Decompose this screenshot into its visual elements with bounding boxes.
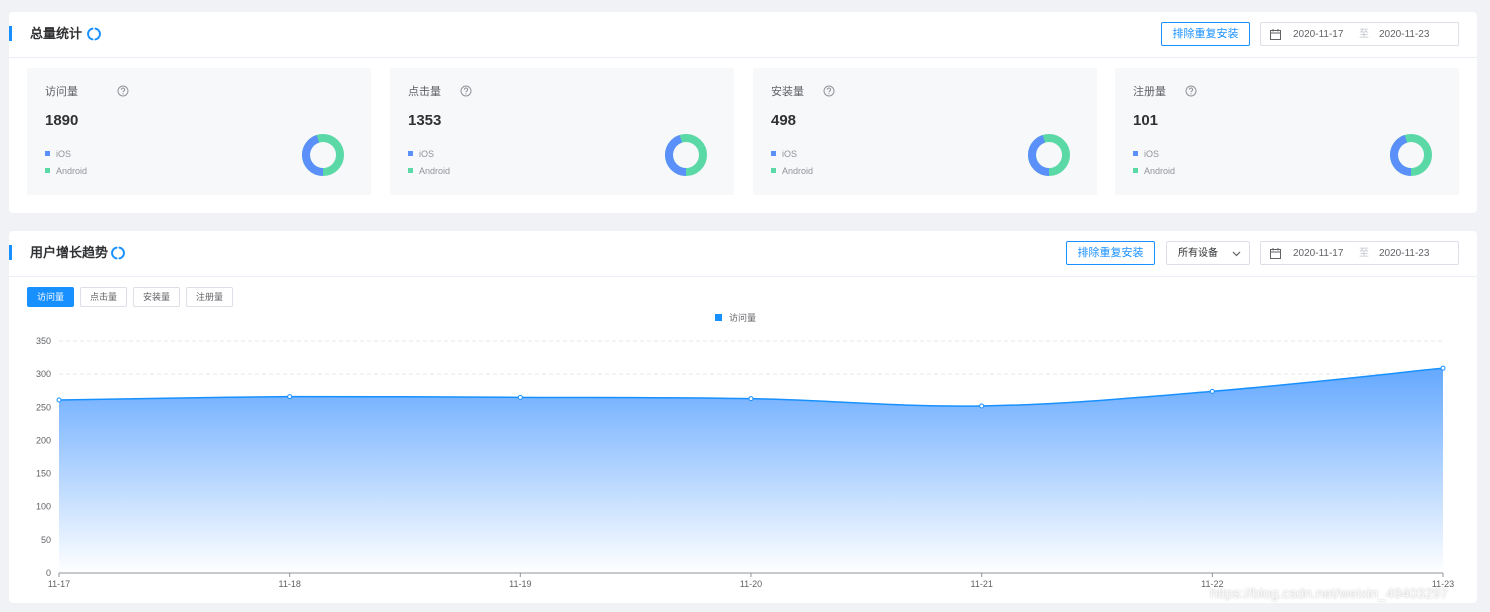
calendar-icon (1270, 29, 1281, 40)
stat-card-registrations: 注册量 101 iOS Android (1115, 68, 1459, 195)
stat-card-clicks: 点击量 1353 iOS Android (390, 68, 734, 195)
user-trend-panel: 用户增长趋势 排除重复安装 所有设备 2020-11-17 至 2020-11-… (9, 231, 1477, 603)
y-tick-label: 0 (46, 568, 51, 578)
y-tick-label: 100 (36, 502, 51, 512)
tab-registrations[interactable]: 注册量 (186, 287, 233, 307)
legend-ios: iOS (771, 149, 797, 160)
legend-ios-label: iOS (56, 149, 72, 159)
date-range-picker[interactable]: 2020-11-17 至 2020-11-23 (1260, 241, 1459, 265)
x-tick-label: 11-17 (48, 579, 70, 589)
refresh-icon[interactable] (86, 26, 102, 42)
date-end[interactable]: 2020-11-23 (1379, 29, 1429, 41)
legend-ios-label: iOS (782, 149, 798, 159)
y-tick-label: 200 (36, 435, 51, 445)
tab-clicks[interactable]: 点击量 (80, 287, 127, 307)
help-icon[interactable] (117, 85, 129, 97)
date-start[interactable]: 2020-11-17 (1293, 29, 1343, 41)
data-point[interactable] (56, 397, 62, 403)
stat-label: 访问量 (45, 86, 78, 98)
legend-label: 访问量 (729, 312, 756, 323)
stat-value: 1353 (408, 112, 442, 129)
android-swatch (1133, 168, 1138, 173)
legend-ios-label: iOS (419, 149, 435, 159)
legend-ios: iOS (45, 149, 71, 160)
stat-value: 101 (1133, 112, 1159, 129)
x-tick-label: 11-21 (970, 579, 992, 589)
y-tick-label: 150 (36, 469, 51, 479)
date-start[interactable]: 2020-11-17 (1293, 248, 1343, 260)
stat-card-installs: 安装量 498 iOS Android (753, 68, 1097, 195)
ios-swatch (408, 151, 413, 156)
legend-swatch (715, 314, 722, 321)
user-trend-header: 用户增长趋势 排除重复安装 所有设备 2020-11-17 至 2020-11-… (9, 231, 1477, 277)
tab-visits[interactable]: 访问量 (27, 287, 74, 307)
ios-swatch (771, 151, 776, 156)
title-accent-bar (9, 245, 12, 260)
device-select-value: 所有设备 (1178, 248, 1218, 259)
total-stats-panel: 总量统计 排除重复安装 2020-11-17 至 2020-11-23 访问量 1… (9, 12, 1477, 213)
data-point[interactable] (287, 394, 293, 400)
stat-label: 安装量 (771, 86, 804, 98)
total-stats-title: 总量统计 (30, 26, 83, 41)
title-accent-bar (9, 26, 12, 41)
data-point[interactable] (748, 396, 754, 402)
x-tick-label: 11-18 (278, 579, 300, 589)
chevron-down-icon (1232, 251, 1241, 257)
y-tick-label: 300 (36, 369, 51, 379)
refresh-icon[interactable] (110, 245, 126, 261)
data-point[interactable] (517, 394, 523, 400)
stat-value: 1890 (45, 112, 79, 129)
y-tick-label: 250 (36, 402, 51, 412)
x-tick-label: 11-19 (509, 579, 531, 589)
stat-value: 498 (771, 112, 797, 129)
total-stats-header: 总量统计 排除重复安装 2020-11-17 至 2020-11-23 (9, 12, 1477, 58)
y-tick-label: 50 (41, 535, 51, 545)
legend-ios-label: iOS (1144, 149, 1160, 159)
platform-donut-chart (1390, 134, 1432, 176)
android-swatch (45, 168, 50, 173)
data-point[interactable] (1440, 365, 1446, 371)
help-icon[interactable] (460, 85, 472, 97)
date-end[interactable]: 2020-11-23 (1379, 248, 1429, 260)
platform-donut-chart (1028, 134, 1070, 176)
legend-android-label: Android (782, 166, 814, 176)
android-swatch (408, 168, 413, 173)
legend-android-label: Android (419, 166, 451, 176)
platform-donut-chart (665, 134, 707, 176)
legend-android: Android (408, 166, 450, 177)
dedupe-install-button[interactable]: 排除重复安装 (1161, 22, 1250, 46)
stat-label: 注册量 (1133, 86, 1166, 98)
device-select[interactable]: 所有设备 (1166, 241, 1250, 265)
platform-donut-chart (302, 134, 344, 176)
help-icon[interactable] (1185, 85, 1197, 97)
stat-label: 点击量 (408, 86, 441, 98)
y-tick-label: 350 (36, 336, 51, 346)
legend-android-label: Android (56, 166, 88, 176)
ios-swatch (45, 151, 50, 156)
legend-android: Android (771, 166, 813, 177)
ios-swatch (1133, 151, 1138, 156)
help-icon[interactable] (823, 85, 835, 97)
android-swatch (771, 168, 776, 173)
tab-installs[interactable]: 安装量 (133, 287, 180, 307)
legend-android: Android (1133, 166, 1175, 177)
user-trend-title: 用户增长趋势 (30, 245, 109, 260)
user-trend-chart: 访问量 0 50 100 150 200 250 300 350 11-17 11-18 11-19 1… (36, 312, 1454, 589)
date-separator: 至 (1359, 248, 1369, 259)
date-range-picker[interactable]: 2020-11-17 至 2020-11-23 (1260, 22, 1459, 46)
calendar-icon (1270, 248, 1281, 259)
data-point[interactable] (979, 403, 985, 409)
dedupe-install-button[interactable]: 排除重复安装 (1066, 241, 1155, 265)
stat-card-visits: 访问量 1890 iOS Android (27, 68, 371, 195)
data-point[interactable] (1209, 388, 1215, 394)
watermark: https://blog.csdn.net/weixin_49403297 (1210, 585, 1449, 601)
date-separator: 至 (1359, 29, 1369, 40)
legend-android: Android (45, 166, 87, 177)
x-tick-label: 11-20 (740, 579, 762, 589)
legend-ios: iOS (408, 149, 434, 160)
legend-android-label: Android (1144, 166, 1176, 176)
legend-ios: iOS (1133, 149, 1159, 160)
